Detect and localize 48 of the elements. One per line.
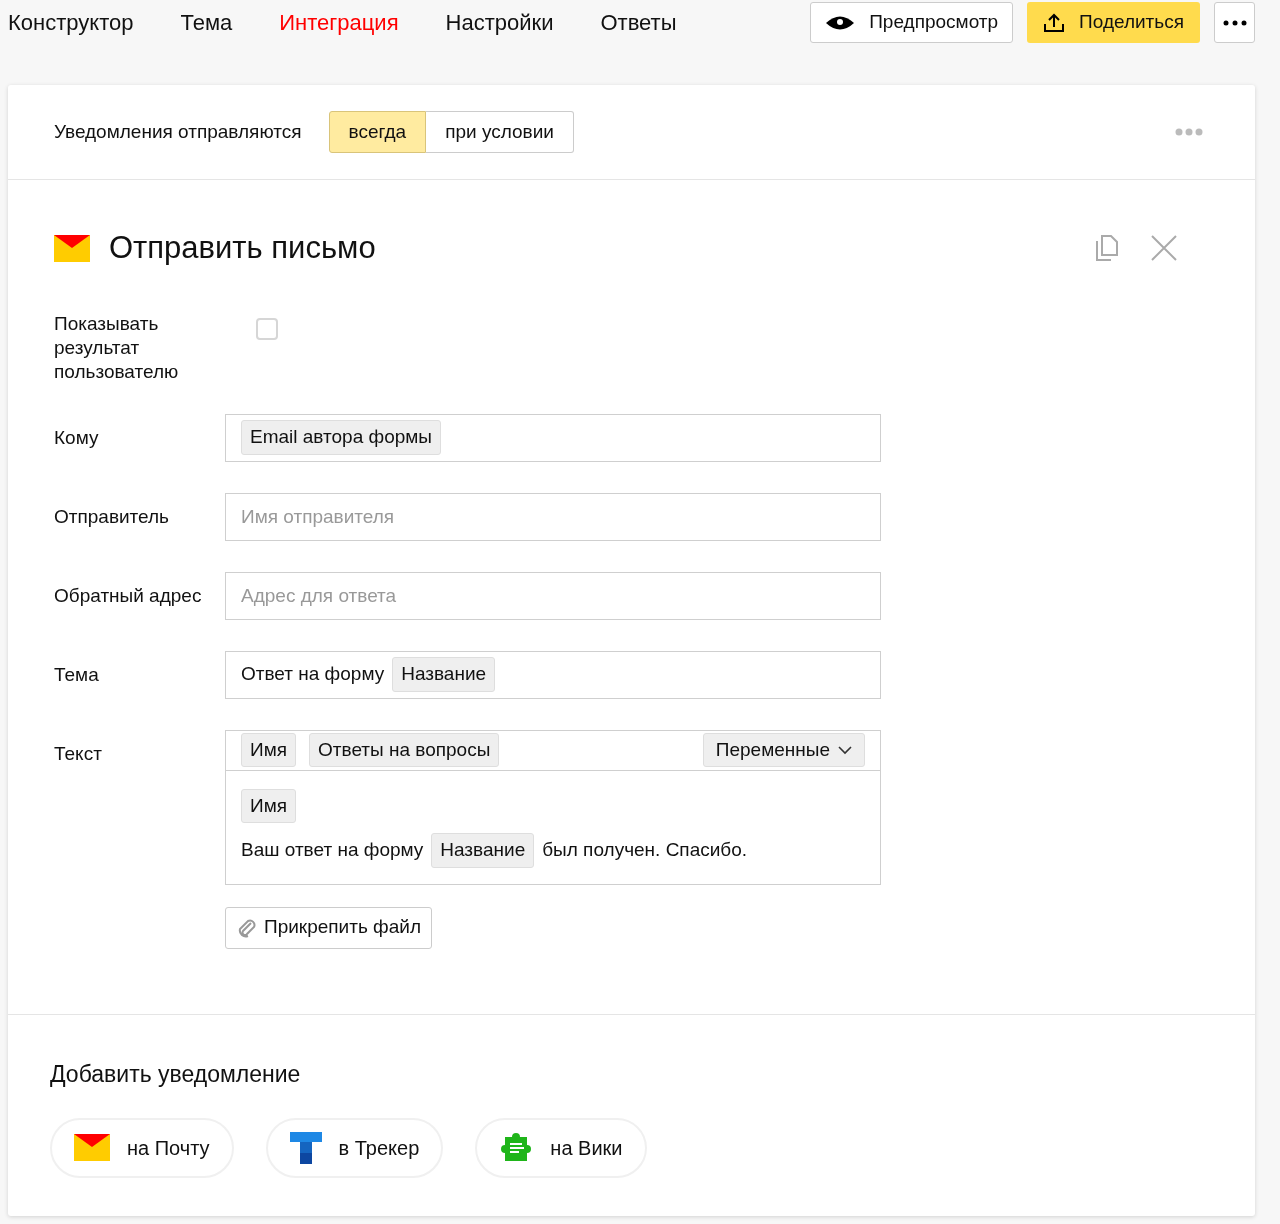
attach-file-button[interactable]: Прикрепить файл xyxy=(225,906,432,949)
variable-chip[interactable]: Имя xyxy=(241,732,296,768)
field-label: Тема xyxy=(54,662,100,687)
nav-tab[interactable]: Интеграция xyxy=(279,6,399,39)
add-notification-button[interactable]: в Трекер xyxy=(265,1117,444,1178)
add-notification-button[interactable]: на Вики xyxy=(475,1117,647,1178)
envelope-icon xyxy=(74,1134,110,1161)
variables-dropdown[interactable]: Переменные xyxy=(702,732,865,768)
variable-chip[interactable]: Название xyxy=(431,833,535,868)
field-text: Ваш ответ на форму xyxy=(241,838,424,862)
text-editor[interactable]: Имя Ответы на вопросы Переменные Имя Ваш ответ на форму Название был получен. Спасибо. xyxy=(225,729,881,885)
chevron-down-icon xyxy=(838,745,852,755)
nav-tab[interactable]: Конструктор xyxy=(8,6,134,39)
nav-tab[interactable]: Тема xyxy=(180,6,233,39)
nav-tab[interactable]: Настройки xyxy=(445,6,554,39)
variable-chip[interactable]: Ответы на вопросы xyxy=(309,732,500,768)
preview-button[interactable]: Предпросмотр xyxy=(810,2,1014,43)
more-icon xyxy=(1222,19,1247,26)
text-field[interactable]: Адрес для ответа xyxy=(225,571,881,620)
copy-icon[interactable] xyxy=(1095,235,1119,262)
add-notification-button[interactable]: на Почту xyxy=(50,1117,234,1178)
variable-chip[interactable]: Название xyxy=(392,657,496,692)
variable-chip[interactable]: Email автора формы xyxy=(241,420,441,455)
segment-option[interactable]: при условии xyxy=(426,111,574,153)
checkbox[interactable] xyxy=(256,317,278,340)
share-button[interactable]: Поделиться xyxy=(1027,2,1200,43)
upload-icon xyxy=(1043,12,1066,33)
letter-t-icon xyxy=(289,1131,322,1164)
field-text: Ответ на форму xyxy=(241,662,385,687)
field-label: Текст xyxy=(54,741,103,766)
text-field[interactable]: Ответ на форму Название xyxy=(225,650,881,699)
section-title: Отправить письмо xyxy=(109,229,376,267)
envelope-icon xyxy=(54,234,90,262)
text-field[interactable]: Имя отправителя xyxy=(225,492,881,541)
variable-chip[interactable]: Имя xyxy=(241,788,296,823)
field-label: Отправитель xyxy=(54,504,171,529)
segment-option[interactable]: всегда xyxy=(328,111,427,153)
add-notification-title: Добавить уведомление xyxy=(50,1060,302,1089)
more-icon[interactable] xyxy=(1175,128,1203,136)
notifications-label: Уведомления отправляются xyxy=(54,119,302,144)
field-label: Кому xyxy=(54,425,100,450)
field-label: Обратный адрес xyxy=(54,583,203,608)
close-icon[interactable] xyxy=(1151,235,1177,262)
text-field[interactable]: Email автора формы xyxy=(225,413,881,462)
nav-tab[interactable]: Ответы xyxy=(600,6,677,39)
field-text: был получен. Спасибо. xyxy=(542,838,748,862)
more-button[interactable] xyxy=(1214,2,1255,43)
field-label: Показывать результат пользователю xyxy=(54,311,180,384)
